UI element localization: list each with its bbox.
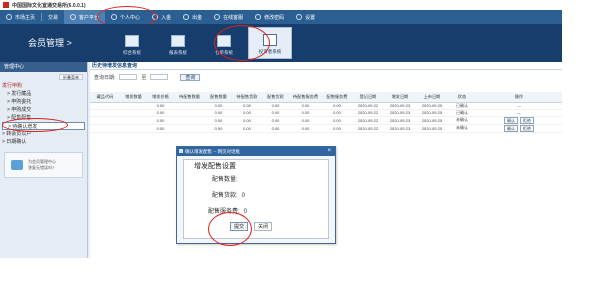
top-nav: 市场主页 交易 客户平台 个人中心 入金 出金 在线客服 修改密码 设置	[0, 10, 562, 24]
sidebar-item-subscribe-deal[interactable]: > 申购成交	[0, 106, 87, 114]
help-icon	[11, 160, 23, 170]
sidebar-group-date-confirm[interactable]: > 日期确认	[0, 138, 87, 146]
withdraw-icon	[183, 14, 190, 20]
table-row: 0.00 0.00 0.00 0.00 0.00 0.00 2020-09-22 2020-0…	[90, 116, 562, 125]
key-icon	[255, 14, 262, 20]
collapse-menu-button[interactable]: 折叠菜单	[59, 74, 83, 80]
data-table: 藏品代码 增发数量 增发价格 待配售数量 配售数量 待配售货款 配售货款 待配售…	[90, 92, 562, 133]
tool-general-system[interactable]: 综合系统	[110, 27, 154, 59]
nav-settings[interactable]: 设置	[290, 10, 321, 24]
confirm-button[interactable]: 确认	[504, 116, 518, 123]
reject-button[interactable]: 拒绝	[520, 116, 534, 123]
allot-amount-row: 配售货款: 0	[212, 193, 246, 199]
start-date-input[interactable]	[119, 74, 138, 80]
sub-header: 会员管理 > 综合系统 报表系统 仓单系统 投资者系统	[0, 24, 562, 62]
nav-home[interactable]: 市场主页	[0, 10, 41, 24]
chat-icon	[214, 14, 221, 20]
report-icon	[171, 35, 185, 47]
sidebar-header: 管理中心	[0, 62, 87, 72]
close-button[interactable]: 关闭	[254, 222, 272, 231]
app-window: 中国国际文化宣通交易所(6.0.0.1) 市场主页 交易 客户平台 个人中心 入…	[0, 0, 562, 258]
dialog-heading: 增发配售设置	[194, 163, 236, 170]
tool-report-system[interactable]: 报表系统	[156, 27, 200, 59]
table-row: 0.00 0.00 0.00 0.00 0.00 0.00 2020-09-22 2020-0…	[90, 109, 562, 117]
window-title: 中国国际文化宣通交易所(6.0.0.1)	[12, 2, 86, 9]
table-row: 0.00 0.00 0.00 0.00 0.00 0.00 2020-09-22 2020-0…	[90, 124, 562, 133]
dialog-title-bar: 确认增发配售 -- 网页对话框 ×	[177, 147, 335, 156]
annotation-circle-sidebar	[2, 118, 68, 132]
home-icon	[6, 14, 12, 20]
query-bar: 查询日期: 至 查询	[90, 70, 562, 84]
end-date-input[interactable]	[150, 74, 169, 80]
allot-qty-row: 配售数量:	[212, 177, 238, 183]
nav-change-password[interactable]: 修改密码	[249, 10, 290, 24]
nav-online-service[interactable]: 在线客服	[208, 10, 249, 24]
table-header-row: 藏品代码 增发数量 增发价格 待配售数量 配售数量 待配售货款 配售货款 待配售…	[90, 92, 562, 103]
nav-withdraw[interactable]: 出金	[177, 10, 208, 24]
sidebar: 管理中心 折叠菜单 发行申购 > 发行藏品 > 申购委托 > 申购成交 > 配售…	[0, 62, 88, 258]
nav-trade[interactable]: 交易	[42, 10, 64, 24]
dialog-icon	[179, 149, 183, 153]
sidebar-item-issue-goods[interactable]: > 发行藏品	[0, 90, 87, 98]
dialog-body: 增发配售设置 配售数量: 配售货款: 0 配售服务费: 0 提交 关闭	[183, 159, 329, 239]
gear-icon	[296, 14, 303, 20]
section-title: 会员管理 >	[28, 38, 72, 48]
allotment-dialog: 确认增发配售 -- 网页对话框 × 增发配售设置 配售数量: 配售货款: 0 配售…	[176, 146, 336, 244]
sidebar-group-issue[interactable]: 发行申购	[0, 82, 87, 90]
monitor-icon	[125, 35, 139, 47]
annotation-circle-tool	[214, 25, 270, 61]
platform-icon	[70, 14, 77, 20]
sidebar-item-subscribe-order[interactable]: > 申购委托	[0, 98, 87, 106]
confirm-button[interactable]: 确认	[504, 124, 518, 131]
annotation-circle-submit	[208, 212, 252, 246]
sidebar-help-card[interactable]: 为会员管理中心 答复无错误吗?	[4, 152, 83, 178]
table-row: 0.00 0.00 0.00 0.00 0.00 0.00 2020-09-22 2020-0…	[90, 102, 562, 110]
query-button[interactable]: 查询	[180, 73, 201, 81]
title-bar: 中国国际文化宣通交易所(6.0.0.1)	[0, 0, 562, 10]
panel-title: 历史待增发信息查询	[90, 62, 562, 70]
app-logo-icon	[3, 2, 9, 8]
reject-button[interactable]: 拒绝	[520, 124, 534, 131]
close-icon[interactable]: ×	[327, 147, 331, 156]
